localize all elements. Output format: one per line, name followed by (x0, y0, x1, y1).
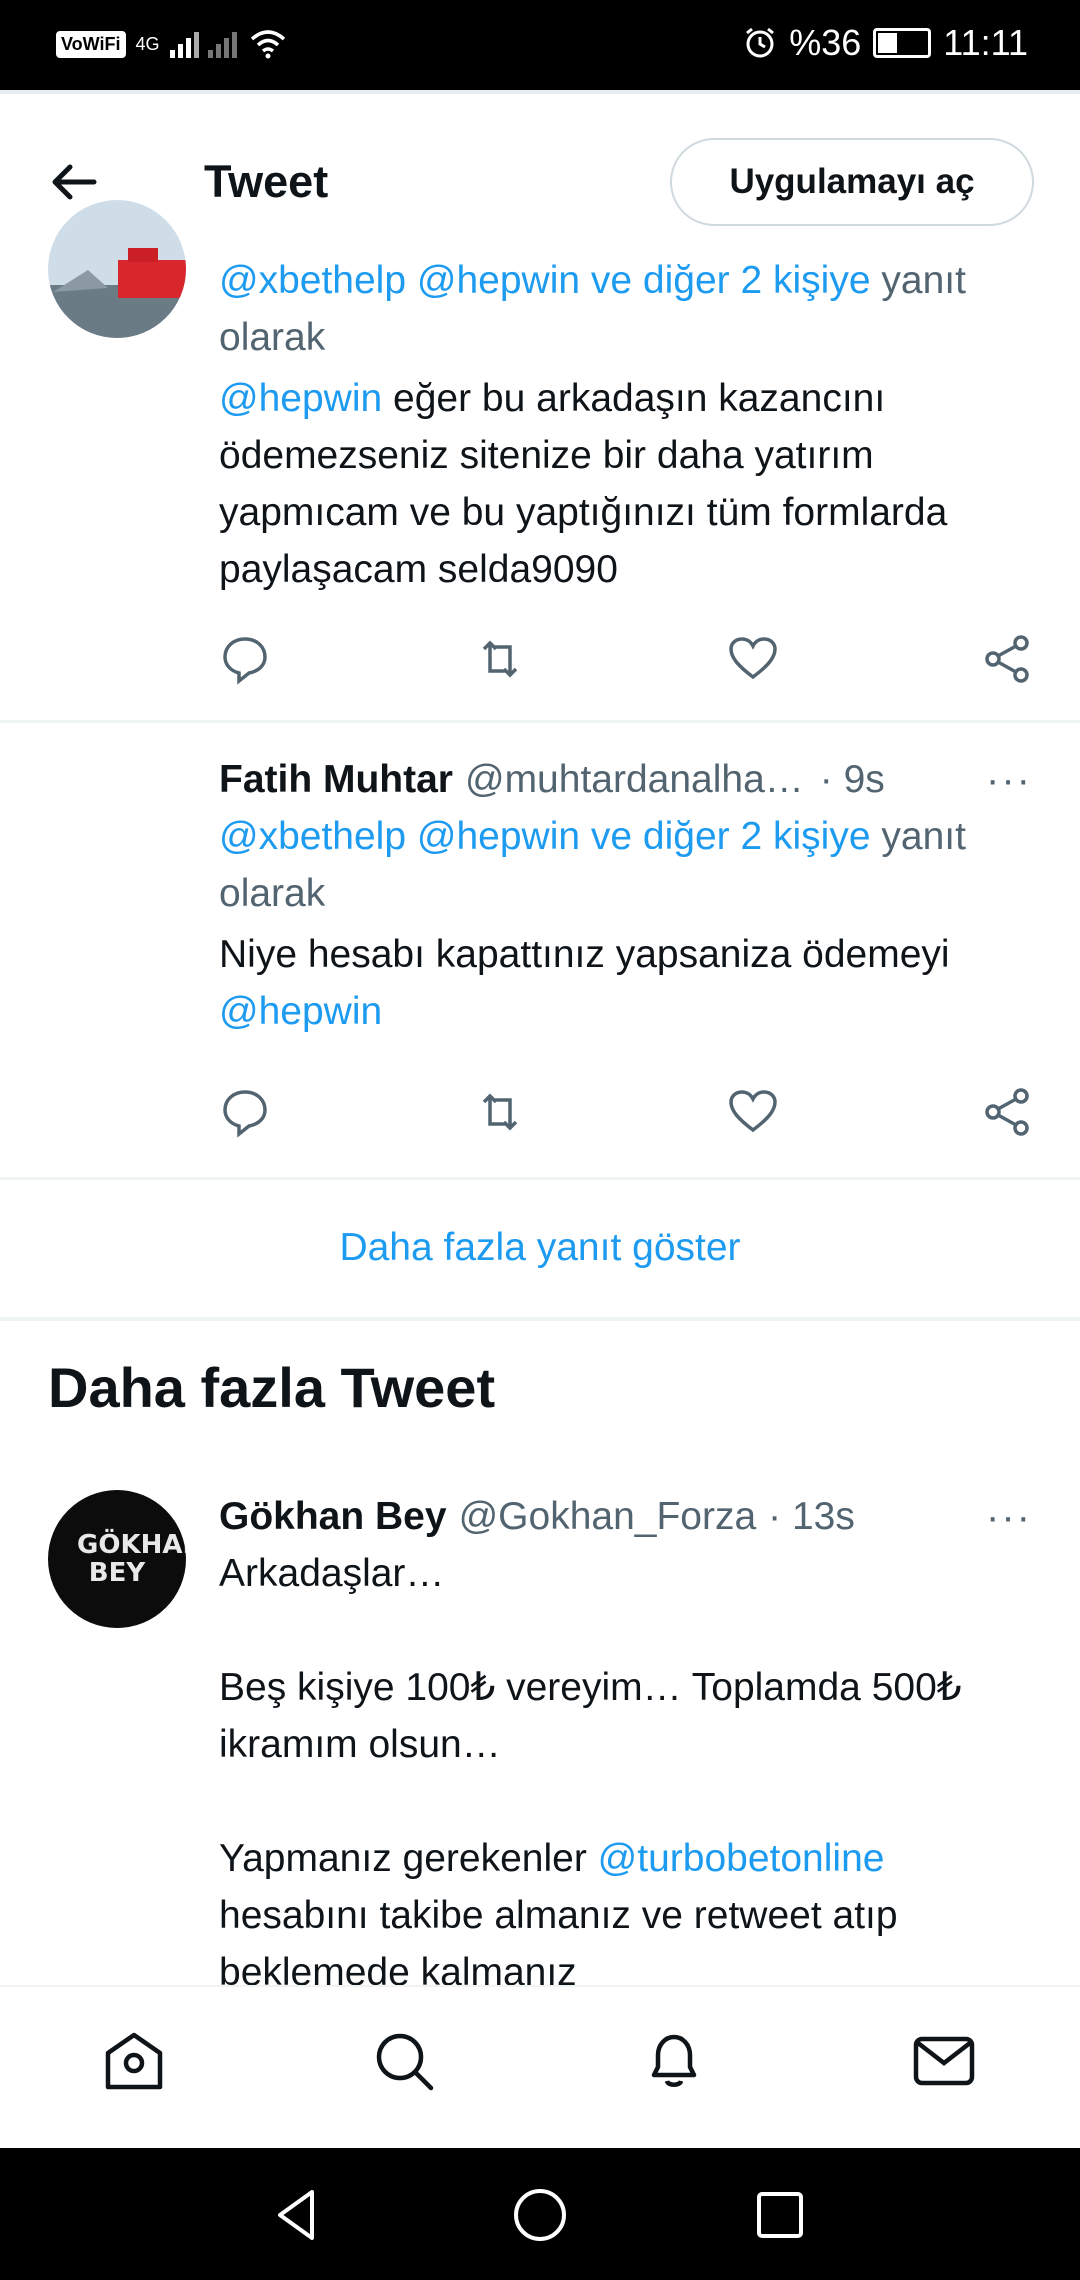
open-app-button[interactable]: Uygulamayı aç (670, 138, 1034, 226)
avatar-logo-text: GÖKHAN BEY (77, 1530, 186, 1588)
section-title: Daha fazla Tweet (48, 1356, 496, 1419)
divider (0, 1317, 1080, 1321)
more-options-icon[interactable]: ··· (986, 758, 1032, 803)
home-icon[interactable] (98, 2025, 170, 2097)
tweet-time: · 9s (819, 758, 885, 801)
show-more-replies-button[interactable]: Daha fazla yanıt göster (0, 1180, 1080, 1315)
user-handle[interactable]: @Gokhan_Forza (459, 1495, 757, 1539)
reply-context: @xbethelp @hepwin ve diğer 2 kişiye yanı… (219, 808, 1032, 922)
back-nav-icon[interactable] (268, 2184, 330, 2246)
like-icon[interactable] (727, 1086, 779, 1138)
tweet-header: Gökhan Bey @Gokhan_Forza · 13s (219, 1495, 1032, 1539)
tweet-line-suffix: hesabını takibe almanız ve retweet atıp … (219, 1894, 898, 1985)
recents-nav-icon[interactable] (749, 2184, 811, 2246)
mention-link[interactable]: @hepwin (219, 990, 382, 1033)
battery-icon (873, 28, 932, 58)
wifi-icon (250, 30, 285, 59)
like-icon[interactable] (727, 633, 779, 685)
battery-percent: %36 (789, 22, 862, 63)
tweet-line: Yapmanız gerekenler @turbobetonline hesa… (219, 1830, 1032, 1985)
tweet-actions (219, 633, 1035, 693)
reply-tweet[interactable]: @xbethelp @hepwin ve diğer 2 kişiye yanı… (0, 200, 1080, 720)
status-bar: VoWiFi 4G %36 11:11 (0, 0, 1080, 90)
mention-link[interactable]: @hepwin (219, 377, 382, 420)
recommended-tweet[interactable]: GÖKHAN BEY Gökhan Bey @Gokhan_Forza · 13… (0, 1460, 1080, 1985)
avatar[interactable] (48, 200, 186, 338)
tweet-text: Niye hesabı kapattınız yapsaniza ödemeyi… (219, 926, 1032, 1040)
clock: 11:11 (943, 22, 1028, 63)
tweet-text: @hepwin eğer bu arkadaşın kazancını ödem… (219, 370, 1032, 598)
network-type: 4G (135, 33, 160, 54)
messages-icon[interactable] (908, 2025, 980, 2097)
reply-icon[interactable] (219, 633, 271, 685)
share-icon[interactable] (981, 633, 1033, 685)
avatar[interactable]: GÖKHAN BEY (48, 1490, 186, 1628)
more-options-icon[interactable]: ··· (986, 1495, 1032, 1540)
home-nav-icon[interactable] (509, 2184, 571, 2246)
notifications-icon[interactable] (638, 2025, 710, 2097)
tweet-header: Fatih Muhtar @muhtardanalha… · 9s (219, 758, 1032, 802)
tweet-actions (219, 1086, 1035, 1146)
tweet-line-prefix: Yapmanız gerekenler (219, 1837, 587, 1880)
tweet-time: · 13s (768, 1495, 855, 1538)
user-name[interactable]: Fatih Muhtar (219, 758, 453, 802)
retweet-icon[interactable] (474, 633, 526, 685)
mention-link[interactable]: @turbobetonline (598, 1837, 885, 1880)
page-title: Tweet (204, 156, 329, 207)
retweet-icon[interactable] (474, 1086, 526, 1138)
tweet-body: Niye hesabı kapattınız yapsaniza ödemeyi (219, 933, 950, 976)
reply-to-users[interactable]: @xbethelp @hepwin ve diğer 2 kişiye (219, 815, 871, 858)
system-navigation-bar (0, 2148, 1080, 2280)
alarm-icon (746, 27, 775, 58)
vowifi-indicator: VoWiFi (56, 30, 126, 58)
reply-to-users[interactable]: @xbethelp @hepwin ve diğer 2 kişiye (219, 259, 871, 302)
tweet-line: Arkadaşlar… (219, 1552, 445, 1595)
share-icon[interactable] (981, 1086, 1033, 1138)
bottom-navigation (0, 1985, 1080, 2147)
reply-context: @xbethelp @hepwin ve diğer 2 kişiye yanı… (219, 252, 1032, 366)
search-icon[interactable] (368, 2025, 440, 2097)
avatar[interactable] (48, 753, 186, 891)
tweet-text: Arkadaşlar… Beş kişiye 100₺ vereyim… Top… (219, 1545, 1032, 1985)
tweet-line: Beş kişiye 100₺ vereyim… Toplamda 500₺ i… (219, 1666, 962, 1766)
reply-icon[interactable] (219, 1086, 271, 1138)
user-name[interactable]: Gökhan Bey (219, 1495, 447, 1539)
user-handle[interactable]: @muhtardanalha… (465, 758, 804, 802)
reply-tweet[interactable]: Fatih Muhtar @muhtardanalha… · 9s ··· @x… (0, 723, 1080, 1178)
signal-icon (169, 32, 237, 58)
